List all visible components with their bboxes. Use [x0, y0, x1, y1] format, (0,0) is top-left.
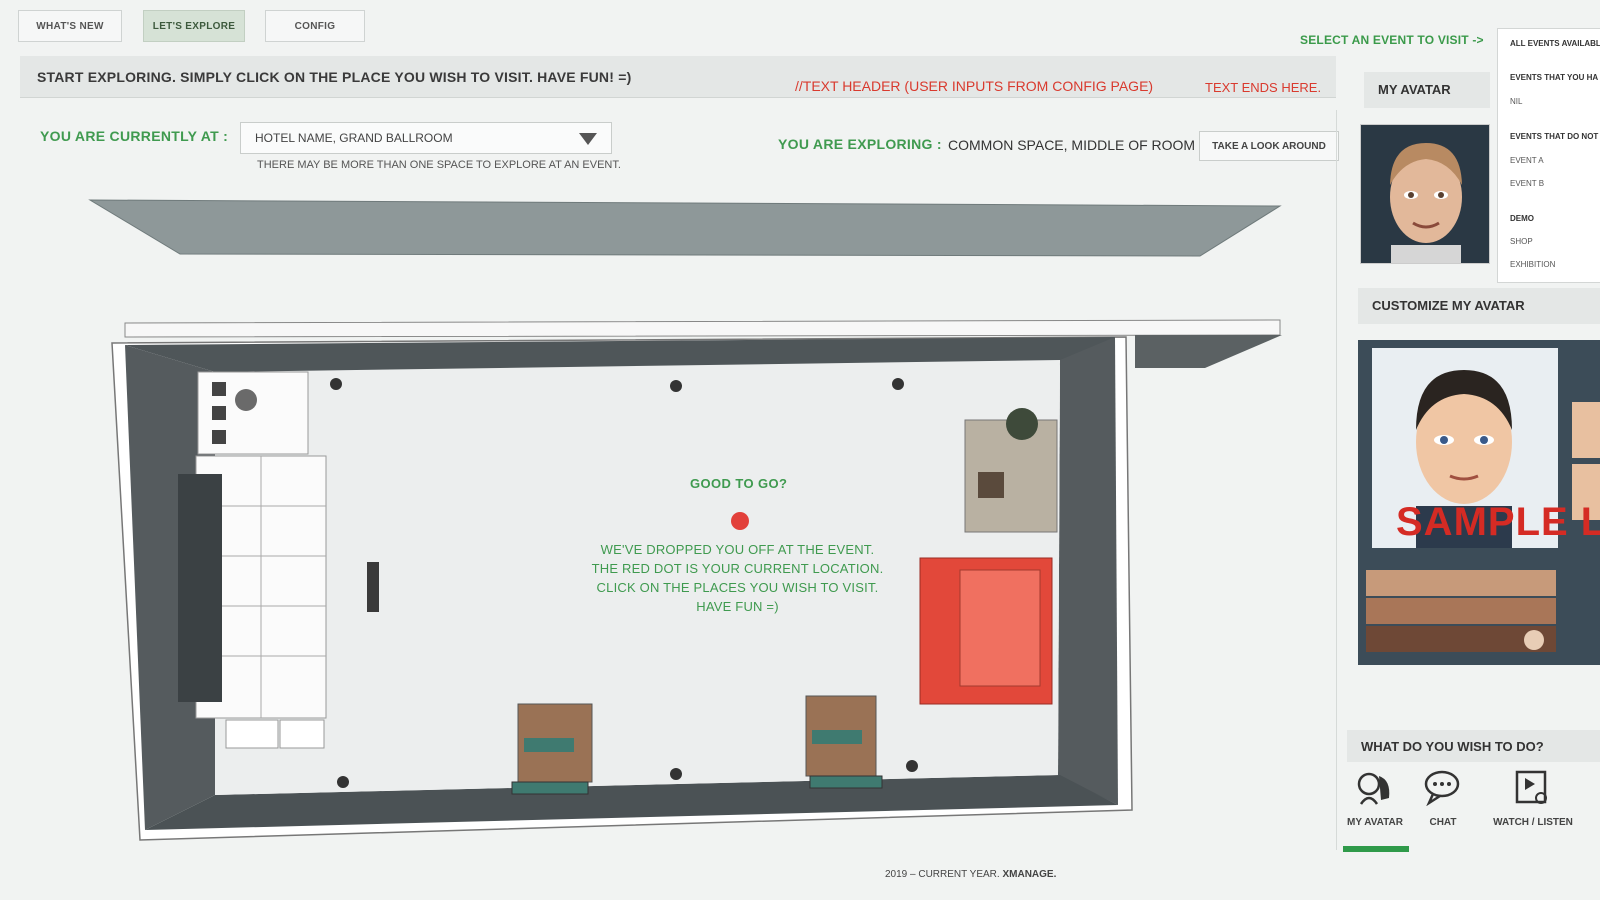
map-message-4: HAVE FUN =) — [696, 599, 779, 614]
chair — [212, 382, 226, 396]
booth-base — [511, 781, 589, 795]
avatar-face-icon — [1361, 125, 1489, 263]
chat-action-label: CHAT — [1429, 817, 1457, 828]
watch-listen-action[interactable]: WATCH / LISTEN — [1490, 770, 1576, 828]
round-table — [235, 389, 257, 411]
my-avatar-action-label: MY AVATAR — [1347, 817, 1403, 828]
event-shop-item[interactable]: SHOP — [1510, 237, 1533, 246]
current-location-marker[interactable] — [731, 512, 749, 530]
wish-heading: WHAT DO YOU WISH TO DO? — [1347, 730, 1600, 762]
wall-right — [1058, 337, 1118, 805]
events-not-heading: EVENTS THAT DO NOT — [1510, 132, 1599, 141]
map-message-1: WE'VE DROPPED YOU OFF AT THE EVENT. — [600, 542, 875, 557]
event-b-item[interactable]: EVENT B — [1510, 179, 1544, 188]
booth-counter — [812, 730, 862, 744]
active-action-indicator — [1343, 846, 1409, 852]
map-message-2: THE RED DOT IS YOUR CURRENT LOCATION. — [591, 561, 884, 576]
spotlight — [906, 760, 918, 772]
chevron-down-icon[interactable] — [579, 133, 597, 145]
spotlight — [330, 378, 342, 390]
booth-base — [809, 775, 883, 789]
sidebar-divider — [1336, 110, 1337, 850]
exploring-label: YOU ARE EXPLORING : — [778, 136, 942, 152]
location-hint: THERE MAY BE MORE THAN ONE SPACE TO EXPL… — [257, 159, 621, 171]
avatar-editor[interactable]: SAMPLE L — [1358, 340, 1600, 665]
events-panel: ALL EVENTS AVAILABL EVENTS THAT YOU HA N… — [1497, 28, 1600, 283]
watch-listen-action-label: WATCH / LISTEN — [1493, 817, 1573, 828]
footer: 2019 – CURRENT YEAR. XMANAGE. — [885, 869, 1056, 880]
back-wall — [88, 199, 1282, 257]
side-table — [279, 719, 325, 749]
event-a-item[interactable]: EVENT A — [1510, 156, 1544, 165]
booth-counter — [524, 738, 574, 752]
customize-avatar-heading: CUSTOMIZE MY AVATAR — [1358, 288, 1600, 324]
tab-config[interactable]: CONFIG — [265, 10, 365, 42]
plant — [1006, 408, 1038, 440]
chair — [212, 430, 226, 444]
location-dropdown-value: HOTEL NAME, GRAND BALLROOM — [255, 131, 453, 145]
furniture — [978, 472, 1004, 498]
take-look-around-button[interactable]: TAKE A LOOK AROUND — [1199, 131, 1339, 161]
event-demo-item[interactable]: DEMO — [1510, 214, 1534, 223]
avatar-photo — [1360, 124, 1490, 264]
top-trim — [124, 319, 1281, 338]
footer-brand: XMANAGE. — [1002, 869, 1057, 880]
location-dropdown[interactable]: HOTEL NAME, GRAND BALLROOM — [240, 122, 612, 154]
app-screen: WHAT'S NEW LET'S EXPLORE CONFIG SELECT A… — [0, 0, 1600, 900]
my-avatar-heading: MY AVATAR — [1364, 72, 1490, 108]
red-booth-inner — [959, 569, 1041, 687]
avatar-icon — [1357, 772, 1390, 805]
sample-watermark: SAMPLE L — [1396, 500, 1600, 544]
chair — [212, 406, 226, 420]
tab-lets-explore[interactable]: LET'S EXPLORE — [143, 10, 245, 42]
grid-display — [178, 474, 222, 702]
footer-year: 2019 – CURRENT YEAR. — [885, 869, 1000, 880]
header-end-note: TEXT ENDS HERE. — [1205, 80, 1322, 95]
spotlight — [670, 768, 682, 780]
exploring-value: COMMON SPACE, MIDDLE OF ROOM — [948, 137, 1196, 153]
my-avatar-action[interactable]: MY AVATAR — [1340, 770, 1410, 828]
right-ledge — [1135, 335, 1282, 368]
header-config-note: //TEXT HEADER (USER INPUTS FROM CONFIG P… — [795, 78, 1154, 94]
chat-action[interactable]: CHAT — [1408, 770, 1478, 828]
map-title: GOOD TO GO? — [690, 476, 788, 491]
spotlight — [892, 378, 904, 390]
media-icon — [1515, 770, 1547, 804]
header-main-text: START EXPLORING. SIMPLY CLICK ON THE PLA… — [37, 69, 632, 85]
spotlight — [670, 380, 682, 392]
chat-icon — [1424, 770, 1460, 807]
events-all-heading: ALL EVENTS AVAILABL — [1510, 39, 1600, 48]
events-nil: NIL — [1510, 97, 1523, 106]
center-partition — [367, 562, 379, 612]
select-event-label: SELECT AN EVENT TO VISIT -> — [1300, 33, 1484, 47]
current-location-label: YOU ARE CURRENTLY AT : — [40, 128, 229, 144]
header-bar: START EXPLORING. SIMPLY CLICK ON THE PLA… — [20, 56, 1336, 98]
map-message-3: CLICK ON THE PLACES YOU WISH TO VISIT. — [596, 580, 879, 595]
side-table — [225, 719, 279, 749]
spotlight — [337, 776, 349, 788]
event-exhibition-item[interactable]: EXHIBITION — [1510, 260, 1555, 269]
floor-plan — [88, 199, 1282, 841]
tab-whats-new[interactable]: WHAT'S NEW — [18, 10, 122, 42]
events-have-heading: EVENTS THAT YOU HA — [1510, 73, 1599, 82]
